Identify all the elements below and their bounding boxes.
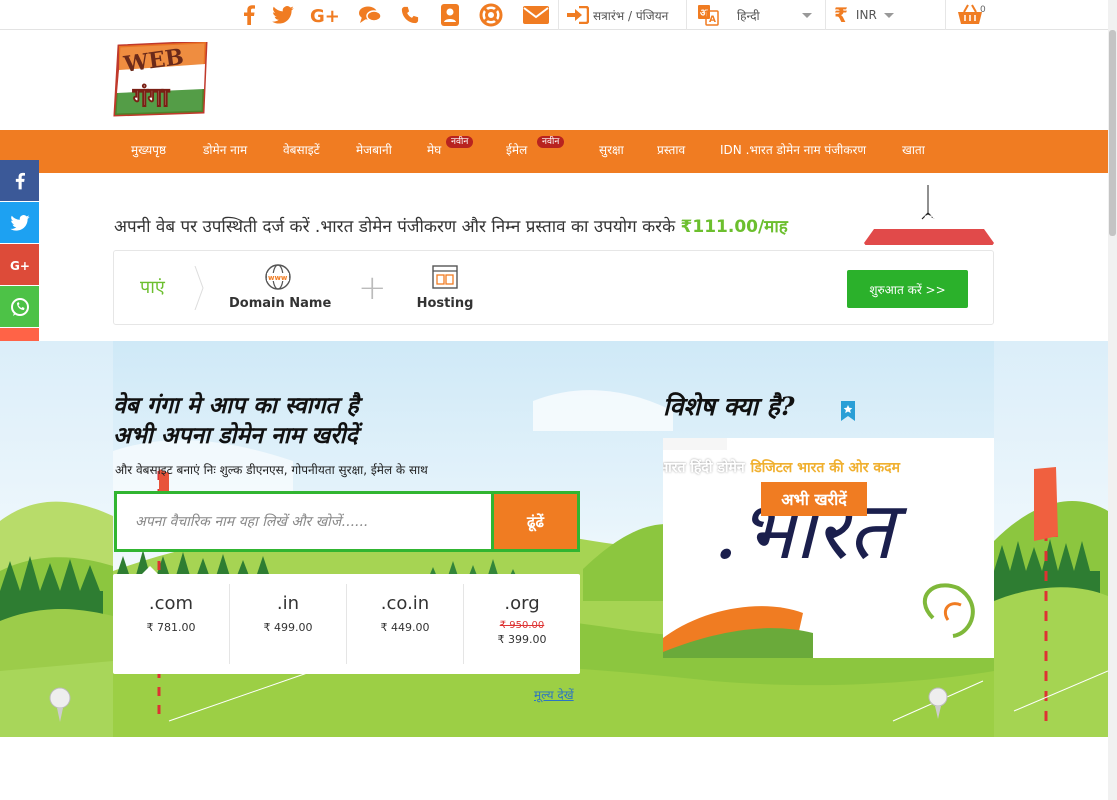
promo-text: अपनी वेब पर उपस्थिती दर्ज करें .भारत डोम…: [114, 214, 788, 237]
offer-hosting-label: Hosting: [416, 296, 474, 311]
domain-search-form: ढूंढें: [114, 491, 580, 552]
tld-old-price: ₹ 950.00: [499, 620, 545, 631]
twitter-icon: [9, 214, 30, 231]
bookmark-star-icon: [841, 401, 855, 421]
page-scrollbar[interactable]: [1108, 0, 1117, 800]
page: G+ सत्रारंभ / पंजियन अA हिन्दी ₹ INR 0 W…: [0, 0, 1117, 800]
tld-item[interactable]: .in ₹ 499.00: [230, 584, 347, 664]
share-google-plus-button[interactable]: G+: [0, 244, 39, 285]
svg-text:A: A: [709, 15, 716, 25]
tld-name: .org: [504, 593, 540, 614]
welcome-subtext: और वेबसाइट बनाएं निः शुल्क डीएनएस, गोपनी…: [115, 463, 428, 477]
welcome-line-1: वेब गंगा मे आप का स्वागत है: [113, 392, 359, 419]
welcome-line-2: अभी अपना डोमेन नाम खरीदें: [113, 422, 358, 449]
nav-item-cloud[interactable]: मेघ: [427, 130, 441, 173]
chevron-down-icon: [801, 12, 812, 18]
mail-icon[interactable]: [516, 0, 556, 30]
tld-price: ₹ 449.00: [380, 621, 430, 634]
domain-search-input[interactable]: [117, 494, 491, 549]
offer-get-label: पाएं: [140, 277, 165, 298]
share-whatsapp-button[interactable]: [0, 286, 39, 327]
nav-item-offers[interactable]: प्रस्ताव: [657, 130, 685, 173]
language-select[interactable]: अA हिन्दी: [686, 0, 824, 30]
svg-text:G+: G+: [310, 6, 340, 25]
google-plus-icon[interactable]: G+: [306, 0, 346, 30]
phone-icon[interactable]: [394, 0, 426, 30]
nav-item-idn[interactable]: IDN .भारत डोमेन नाम पंजीकरण: [720, 130, 866, 173]
language-icon: अA: [698, 5, 719, 26]
scrollbar-thumb[interactable]: [1109, 30, 1116, 236]
top-utility-bar: G+ सत्रारंभ / पंजियन अA हिन्दी ₹ INR 0: [0, 0, 1108, 30]
ad-headline: .भारत हिंदी डोमेन डिजिटल भारत की ओर कदम: [663, 458, 994, 477]
start-button[interactable]: शुरुआत करें >>: [847, 270, 968, 308]
see-prices-link[interactable]: मूल्य देखें: [534, 686, 574, 703]
buy-now-button[interactable]: अभी खरीदें: [761, 482, 867, 516]
rupee-icon: ₹: [834, 3, 848, 27]
special-offer-banner[interactable]: .भारत .भारत हिंदी डोमेनडिजिटल भारत की ओर…: [663, 438, 994, 658]
nav-item-security[interactable]: सुरक्षा: [599, 130, 624, 173]
nav-item-hosting[interactable]: मेजबानी: [356, 130, 392, 173]
plus-icon: +: [358, 268, 387, 308]
offer-hosting: Hosting: [410, 263, 480, 311]
search-button[interactable]: ढूंढें: [494, 494, 577, 549]
hosting-icon: [432, 265, 458, 289]
nav-item-websites[interactable]: वेबसाइटें: [283, 130, 320, 173]
logo-text-bottom: गंगा: [132, 83, 170, 113]
language-value: हिन्दी: [737, 8, 760, 23]
twitter-icon[interactable]: [266, 0, 300, 30]
tld-name: .co.in: [380, 593, 430, 614]
support-icon[interactable]: [472, 0, 510, 30]
special-heading: विशेष क्या है?: [663, 392, 795, 421]
share-twitter-button[interactable]: [0, 202, 39, 243]
hero-bg-right: [994, 341, 1108, 737]
nav-item-home[interactable]: मुख्यपृष्ठ: [131, 130, 166, 173]
tld-price: ₹ 499.00: [263, 621, 313, 634]
new-offer-tag[interactable]: नवीन विशेष प्रस्तुतिकरण: [864, 185, 994, 245]
tld-item[interactable]: .co.in ₹ 449.00: [347, 584, 464, 664]
tld-price: ₹ 399.00: [497, 633, 547, 646]
share-facebook-button[interactable]: [0, 160, 39, 201]
hero-section: वेब गंगा मे आप का स्वागत है अभी अपना डोम…: [113, 341, 994, 737]
cart-count: 0: [980, 5, 986, 15]
google-plus-icon: G+: [10, 259, 30, 272]
login-label: सत्रारंभ / पंजियन: [593, 8, 669, 23]
new-offer-tag-label: नवीन विशेष प्रस्तुतिकरण: [878, 214, 968, 225]
chat-icon[interactable]: [352, 0, 388, 30]
hero-bg-left: [0, 341, 113, 737]
contact-icon[interactable]: [432, 0, 468, 30]
facebook-icon[interactable]: [234, 0, 264, 30]
currency-value: INR: [855, 8, 877, 22]
currency-select[interactable]: ₹ INR: [825, 0, 945, 30]
new-badge: नवीन: [537, 136, 565, 148]
facebook-icon: [15, 172, 25, 189]
new-badge: नवीन: [446, 136, 474, 148]
tld-item[interactable]: .org ₹ 950.00 ₹ 399.00: [464, 584, 580, 664]
tld-item[interactable]: .com ₹ 781.00: [113, 584, 230, 664]
svg-text:G+: G+: [10, 259, 30, 272]
tld-price: ₹ 781.00: [146, 621, 196, 634]
login-icon: [567, 6, 589, 24]
chevron-right-icon: [194, 266, 204, 310]
nav-item-domains[interactable]: डोमेन नाम: [203, 130, 247, 173]
login-link[interactable]: सत्रारंभ / पंजियन: [558, 0, 686, 30]
tld-name: .in: [276, 593, 300, 614]
site-logo[interactable]: WEB गंगा: [113, 40, 208, 118]
nav-item-email[interactable]: ईमेल: [506, 130, 527, 173]
tld-name: .com: [148, 593, 194, 614]
promo-message: अपनी वेब पर उपस्थिती दर्ज करें .भारत डोम…: [114, 217, 681, 237]
www-globe-icon: www: [265, 264, 291, 290]
tld-price-list: .com ₹ 781.00 .in ₹ 499.00 .co.in ₹ 449.…: [113, 574, 580, 674]
whatsapp-icon: [10, 297, 29, 316]
cart-button[interactable]: 0: [945, 0, 993, 30]
offer-domain-label: Domain Name: [229, 296, 332, 311]
welcome-heading: वेब गंगा मे आप का स्वागत है अभी अपना डोम…: [113, 391, 359, 451]
offer-domain: www Domain Name: [229, 263, 332, 311]
offer-box: पाएं www Domain Name + Hosting शुरुआत कर…: [113, 250, 994, 325]
ad-headline-white: .भारत हिंदी डोमेन: [663, 460, 745, 476]
svg-text:www: www: [268, 274, 288, 282]
chevron-down-icon: [883, 12, 894, 18]
promo-price: ₹111.00/माह: [680, 217, 788, 237]
ad-headline-orange: डिजिटल भारत की ओर कदम: [750, 460, 900, 476]
